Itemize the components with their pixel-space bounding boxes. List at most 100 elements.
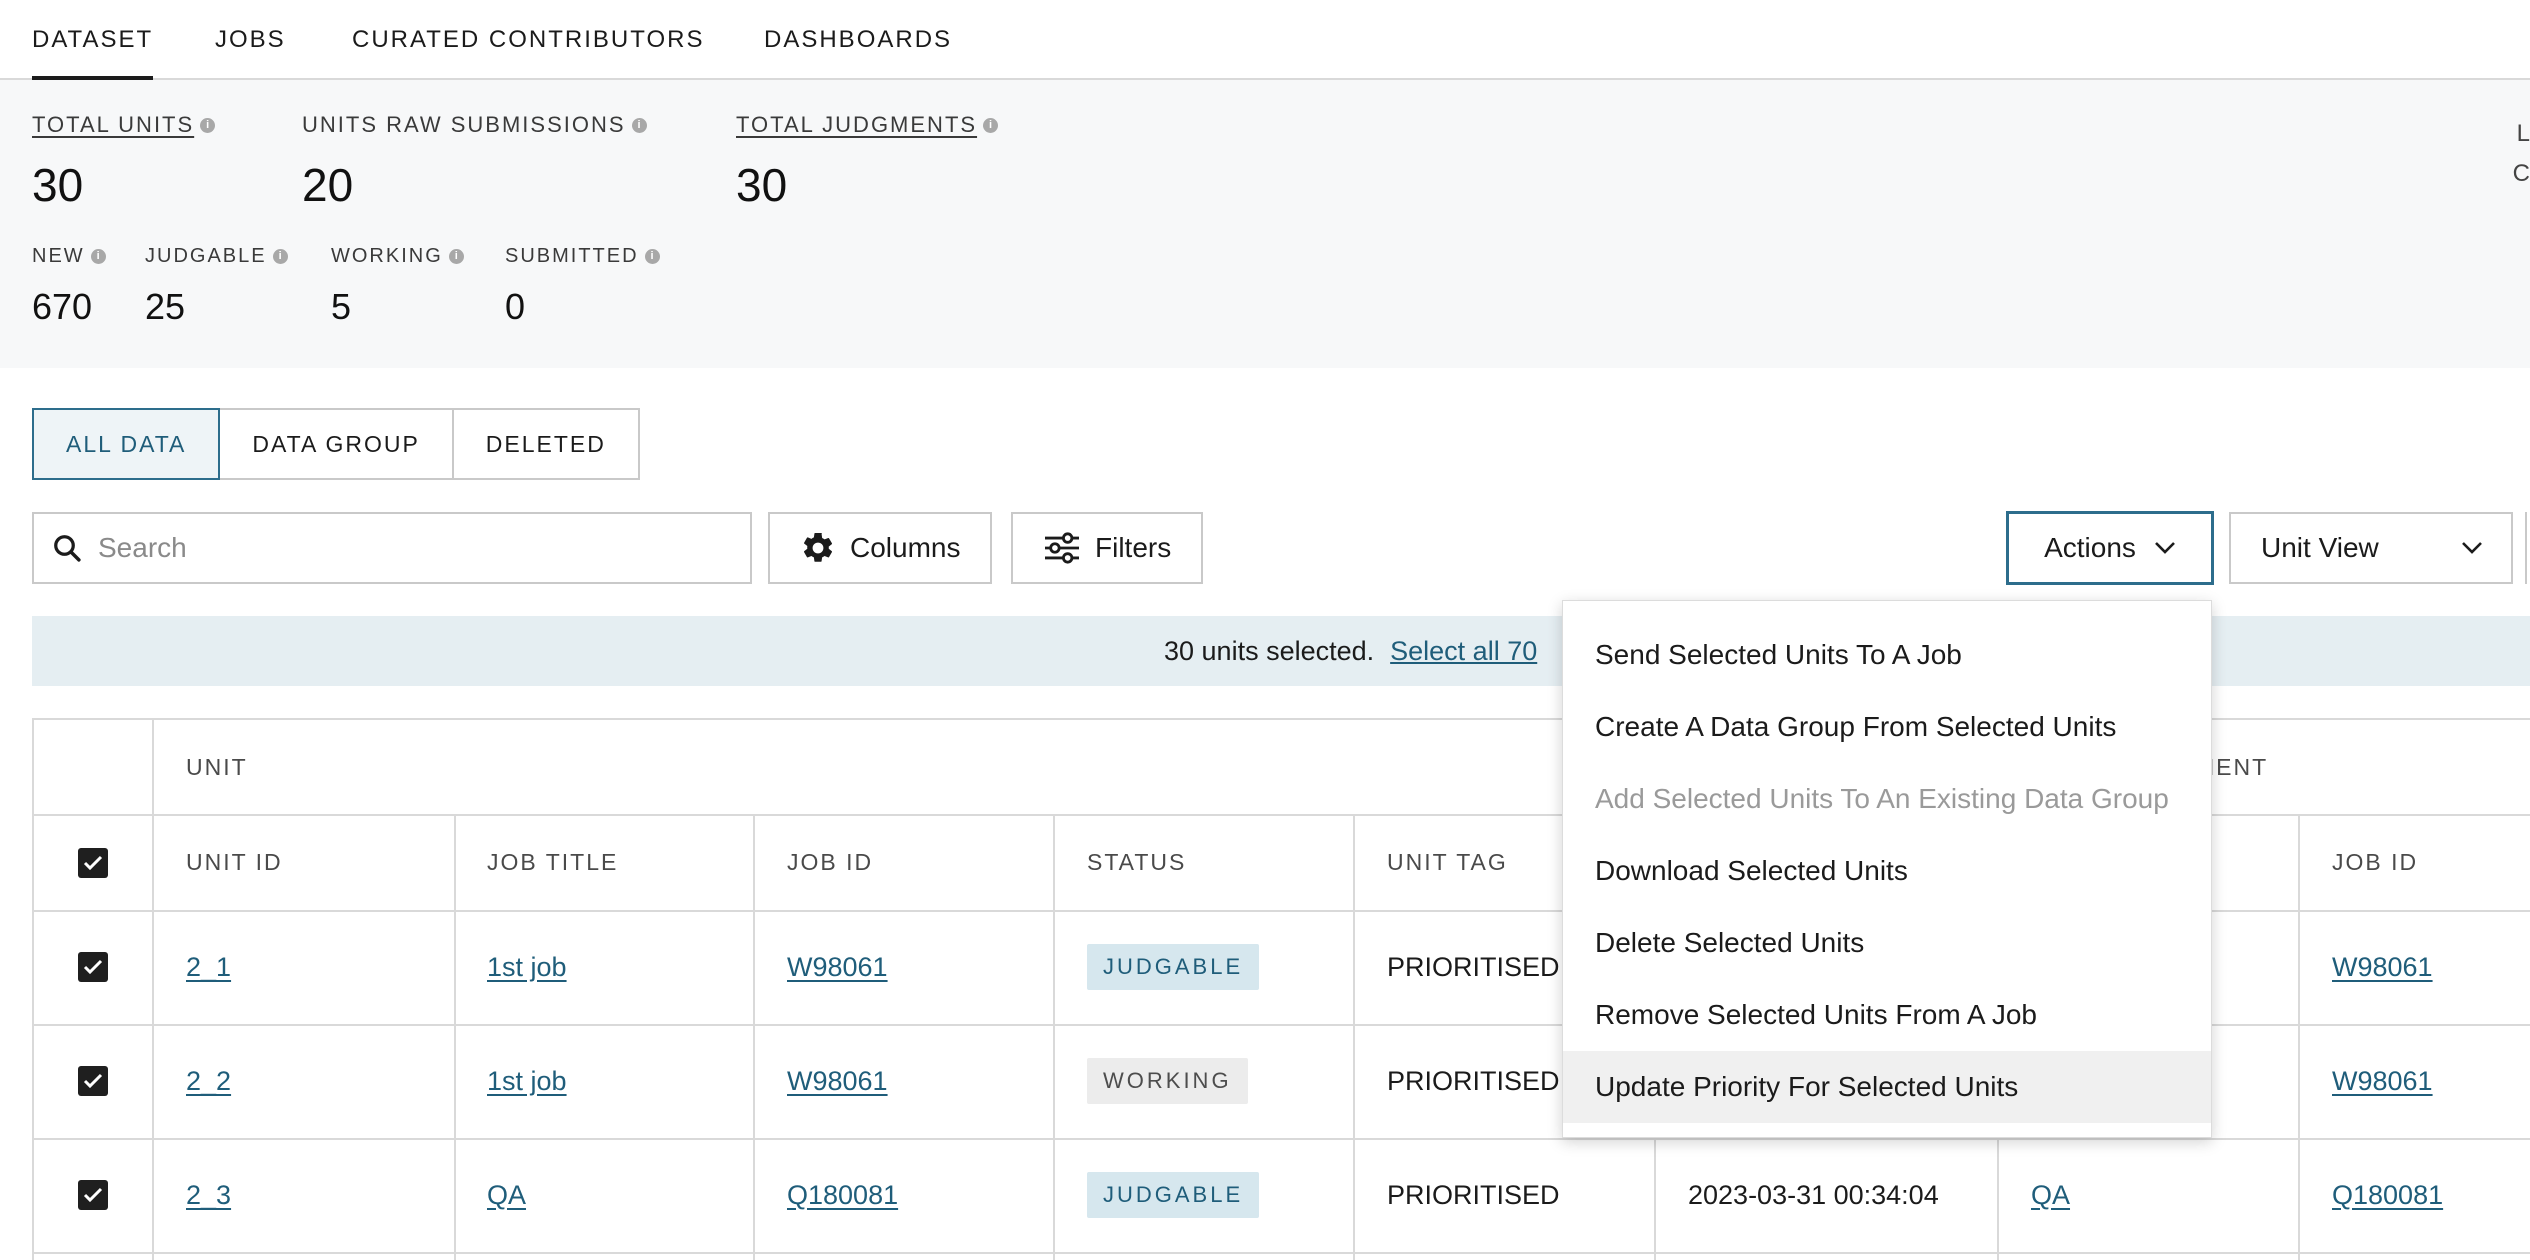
row-checkbox[interactable] (78, 952, 108, 982)
stat-total-units-value: 30 (32, 159, 84, 211)
stat-submitted-label: SUBMITTED (505, 245, 639, 267)
stat-cutoff-fragment: L (2516, 120, 2530, 147)
stat-total-units-label[interactable]: TOTAL UNITS (32, 112, 194, 138)
col-header-status[interactable]: STATUS (1087, 814, 1186, 910)
segment-deleted[interactable]: DELETED (451, 408, 640, 480)
status-badge: JUDGABLE (1087, 1172, 1260, 1218)
judgment-job-title-link[interactable]: QA (2031, 1138, 2070, 1252)
unit-tag-cell: PRIORITISED (1387, 1179, 1560, 1210)
status-cell: JUDGABLE (1087, 910, 1260, 1024)
job-id-link[interactable]: Q180081 (787, 1138, 898, 1252)
cutoff-control (2525, 512, 2530, 584)
segment-data-group[interactable]: DATA GROUP (218, 408, 454, 480)
checkmark-icon (83, 1073, 103, 1089)
actions-menu: Send Selected Units To A Job Create A Da… (1562, 600, 2212, 1138)
created-at-cell: 2023-03-31 00:34:04 (1688, 1179, 1939, 1210)
unit-tag-cell: PRIORITISED (1387, 1065, 1560, 1096)
unit-tag-cell: PRIORITISED (1387, 951, 1560, 982)
stat-new: NEW i 670 (32, 245, 106, 328)
info-icon[interactable]: i (983, 117, 999, 133)
job-id-link[interactable]: W98061 (787, 1024, 888, 1138)
stat-total-judgments-label[interactable]: TOTAL JUDGMENTS (736, 112, 977, 138)
stat-judgable-label: JUDGABLE (145, 245, 267, 267)
stat-working-value: 5 (331, 286, 352, 327)
col-header-job-id[interactable]: JOB ID (787, 814, 873, 910)
info-icon[interactable]: i (272, 249, 288, 264)
info-icon[interactable]: i (200, 117, 216, 133)
menu-item-update-priority[interactable]: Update Priority For Selected Units (1563, 1051, 2211, 1123)
stat-submitted-value: 0 (505, 286, 526, 327)
stat-judgable: JUDGABLE i 25 (145, 245, 288, 328)
chevron-down-icon (2154, 542, 2175, 554)
info-icon[interactable]: i (90, 249, 106, 264)
info-icon[interactable]: i (448, 249, 464, 264)
status-cell: JUDGABLE (1087, 1138, 1260, 1252)
checkmark-icon (83, 959, 103, 975)
group-header-unit: UNIT (186, 753, 248, 780)
col-header-judgment-job-id[interactable]: JOB ID (2332, 814, 2418, 910)
stat-total-judgments: TOTAL JUDGMENTS i 30 (736, 112, 999, 212)
segment-all-data[interactable]: ALL DATA (32, 408, 221, 480)
sliders-icon (1045, 532, 1079, 564)
actions-button[interactable]: Actions (2006, 511, 2214, 585)
row-checkbox[interactable] (78, 1180, 108, 1210)
col-header-job-title[interactable]: JOB TITLE (487, 814, 618, 910)
stat-units-raw-submissions-value: 20 (302, 159, 354, 211)
unit-id-link[interactable]: 2_2 (186, 1024, 231, 1138)
search-icon (54, 535, 81, 562)
stat-working: WORKING i 5 (331, 245, 464, 328)
job-title-link[interactable]: QA (487, 1138, 526, 1252)
job-id-link[interactable]: W98061 (787, 910, 888, 1024)
stat-submitted: SUBMITTED i 0 (505, 245, 660, 328)
status-cell: WORKING (1087, 1024, 1248, 1138)
unit-view-select[interactable]: Unit View (2229, 512, 2513, 584)
stat-new-label: NEW (32, 245, 85, 267)
status-badge: WORKING (1087, 1058, 1248, 1104)
select-all-checkbox[interactable] (78, 848, 108, 878)
chevron-down-icon (2462, 542, 2482, 554)
job-title-link[interactable]: 1st job (487, 1024, 567, 1138)
status-badge: JUDGABLE (1087, 944, 1260, 990)
stat-total-judgments-value: 30 (736, 159, 788, 211)
selection-count-text: 30 units selected. (1164, 635, 1375, 666)
unit-view-label: Unit View (2261, 532, 2379, 563)
data-view-segments: ALL DATA DATA GROUP DELETED (32, 408, 640, 480)
stat-total-units: TOTAL UNITS i 30 (32, 112, 216, 212)
search-input[interactable] (98, 532, 698, 564)
stat-units-raw-submissions: UNITS RAW SUBMISSIONS i 20 (302, 112, 647, 212)
judgment-job-id-link[interactable]: W98061 (2332, 1024, 2433, 1138)
top-nav: DATASET JOBS CURATED CONTRIBUTORS DASHBO… (0, 0, 2530, 80)
judgment-job-id-link[interactable]: Q180081 (2332, 1138, 2443, 1252)
tab-jobs[interactable]: JOBS (215, 26, 286, 54)
tab-dataset[interactable]: DATASET (32, 26, 154, 80)
tab-curated-contributors[interactable]: CURATED CONTRIBUTORS (352, 26, 704, 54)
gear-icon (803, 532, 833, 562)
unit-id-link[interactable]: 2_1 (186, 910, 231, 1024)
stat-cutoff-fragment: C (2512, 160, 2530, 187)
stat-working-label: WORKING (331, 245, 443, 267)
stat-units-raw-submissions-label: UNITS RAW SUBMISSIONS (302, 112, 626, 137)
menu-item-send-to-job[interactable]: Send Selected Units To A Job (1563, 619, 2211, 691)
row-checkbox[interactable] (78, 1066, 108, 1096)
stat-new-value: 670 (32, 286, 93, 327)
stats-panel: TOTAL UNITS i 30 UNITS RAW SUBMISSIONS i 2… (0, 80, 2530, 368)
search-box (32, 512, 752, 584)
menu-item-add-to-data-group: Add Selected Units To An Existing Data G… (1595, 783, 2169, 814)
menu-item-remove-from-job[interactable]: Remove Selected Units From A Job (1563, 979, 2211, 1051)
col-header-unit-id[interactable]: UNIT ID (186, 814, 283, 910)
job-title-link[interactable]: 1st job (487, 910, 567, 1024)
menu-item-delete[interactable]: Delete Selected Units (1563, 907, 2211, 979)
actions-label: Actions (2044, 532, 2136, 563)
filters-button[interactable]: Filters (1011, 512, 1204, 584)
menu-item-download[interactable]: Download Selected Units (1563, 835, 2211, 907)
judgment-job-id-link[interactable]: W98061 (2332, 910, 2433, 1024)
tab-dashboards[interactable]: DASHBOARDS (764, 26, 952, 54)
info-icon[interactable]: i (631, 117, 647, 133)
info-icon[interactable]: i (644, 249, 660, 264)
unit-id-link[interactable]: 2_3 (186, 1138, 231, 1252)
columns-button[interactable]: Columns (768, 512, 993, 584)
col-header-unit-tag[interactable]: UNIT TAG (1387, 814, 1508, 910)
stat-judgable-value: 25 (145, 286, 186, 327)
select-all-link[interactable]: Select all 70 (1390, 636, 1537, 667)
menu-item-create-data-group[interactable]: Create A Data Group From Selected Units (1563, 691, 2211, 763)
